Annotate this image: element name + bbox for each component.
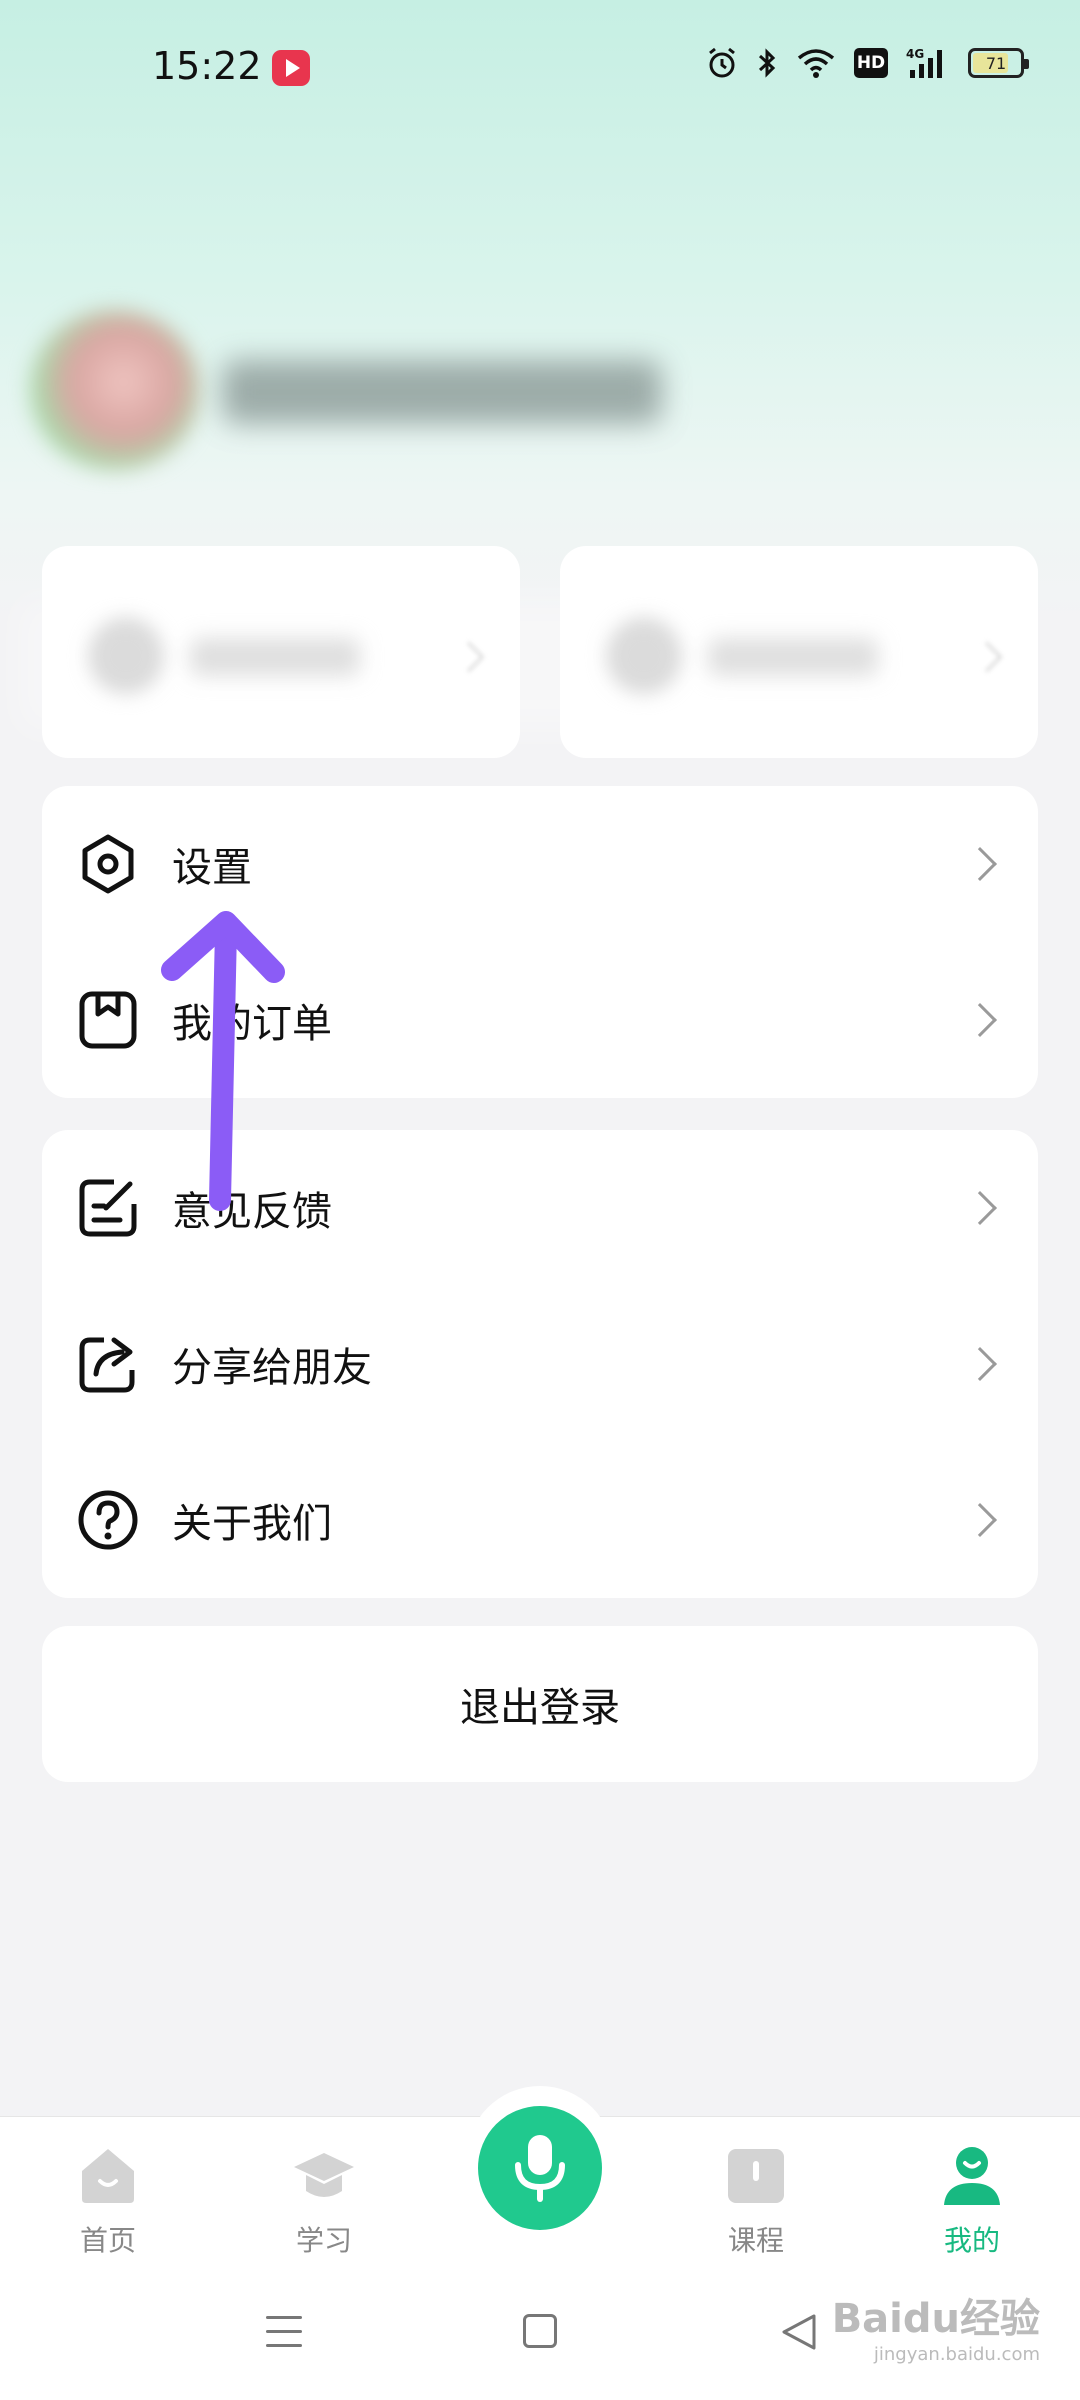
book-icon [728,2149,784,2203]
share-icon [79,1337,135,1393]
nav-label: 首页 [79,2224,136,2257]
watermark-url: jingyan.baidu.com [873,2344,1040,2365]
watermark-brand: Baidu经验 [831,2296,1040,2342]
status-bar: 15:22 HD 4G 71 [0,0,1080,140]
menu-item-share[interactable]: 分享给朋友 [42,1286,1038,1442]
microphone-icon [515,2135,565,2202]
help-icon [78,1490,138,1550]
settings-icon [82,834,134,894]
feedback-icon [79,1179,137,1237]
annotation-arrow-icon [161,911,285,1211]
svg-text:4G: 4G [906,47,924,61]
chevron-right-icon [963,1503,997,1537]
nav-mine[interactable]: 我的 [912,2143,1032,2259]
menu-item-about[interactable]: 关于我们 [42,1442,1038,1598]
chevron-right-icon [963,1003,997,1037]
battery-level: 71 [985,53,1007,73]
chevron-right-icon [963,847,997,881]
menu-item-label: 设置 [172,845,252,891]
watermark: Baidu经验 jingyan.baidu.com [832,2286,1040,2365]
bluetooth-icon [758,48,776,78]
avatar[interactable] [30,310,200,470]
wifi-icon [797,49,835,78]
nav-courses[interactable]: 课程 [696,2143,816,2259]
nav-label: 课程 [727,2224,784,2257]
recent-apps-button[interactable] [266,2316,302,2348]
alarm-icon [709,47,735,78]
nav-label: 学习 [295,2224,352,2257]
chevron-right-icon [963,1347,997,1381]
nav-home[interactable]: 首页 [48,2143,168,2259]
order-icon [79,991,137,1049]
back-icon[interactable] [780,2312,818,2352]
battery-icon: 71 [968,48,1029,78]
blur-overlay [20,600,1020,730]
menu-item-label: 分享给朋友 [172,1345,372,1391]
graduation-cap-icon [294,2153,354,2197]
system-nav-bar: Baidu经验 jingyan.baidu.com [0,2266,1080,2400]
home-button[interactable] [523,2314,557,2348]
status-time: 15:22 [152,44,262,88]
nav-study[interactable]: 学习 [264,2143,384,2259]
chevron-right-icon [963,1191,997,1225]
voice-button[interactable] [478,2106,602,2230]
hd-badge: HD [854,48,888,78]
video-app-icon [272,50,310,86]
menu-item-label: 关于我们 [172,1501,332,1547]
logout-button[interactable]: 退出登录 [42,1626,1038,1782]
signal-icon: 4G [906,47,942,78]
profile-icon [944,2147,1000,2205]
nav-label: 我的 [943,2224,1000,2257]
home-icon [82,2149,134,2203]
username-blurred [222,360,662,424]
